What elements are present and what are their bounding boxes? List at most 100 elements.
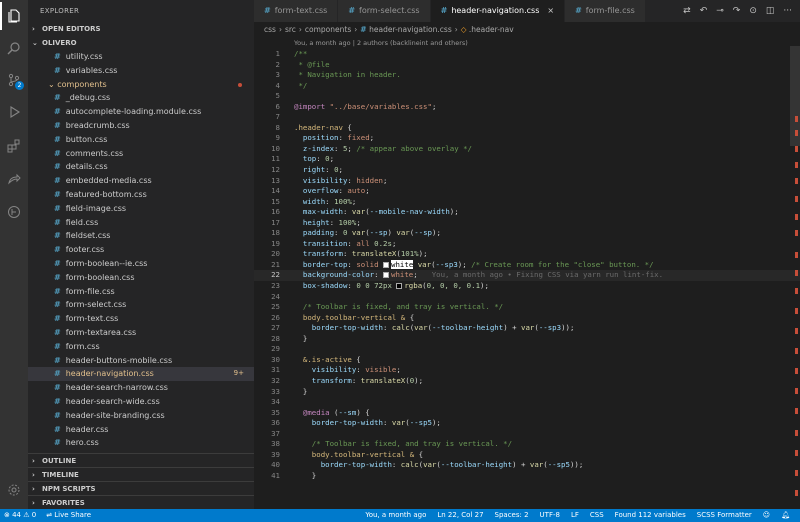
tree-file[interactable]: # form-boolean--ie.css [28, 257, 254, 271]
code-line: 18 padding: 0 var(--sp) var(--sp); [254, 228, 800, 239]
code-token: fixed [347, 133, 370, 143]
breadcrumb-item[interactable]: header-navigation.css [369, 25, 452, 34]
section-timeline[interactable]: › TIMELINE [28, 467, 254, 481]
tree-file[interactable]: # field.css [28, 216, 254, 230]
code-token: ); [480, 281, 489, 291]
search-icon[interactable] [0, 34, 28, 62]
code-token: ; [329, 154, 335, 164]
css-file-icon: # [54, 231, 61, 241]
split-editor-icon[interactable]: ◫ [766, 6, 775, 16]
git-blame-status[interactable]: You, a month ago [365, 509, 426, 522]
formatter-status[interactable]: SCSS Formatter [697, 509, 752, 522]
color-swatch[interactable] [383, 261, 390, 268]
color-swatch[interactable] [383, 272, 389, 279]
run-debug-icon[interactable] [0, 98, 28, 126]
symbol-icon: ◇ [460, 25, 469, 34]
tab-form-text[interactable]: # form-text.css [254, 0, 339, 22]
tree-file[interactable]: # button.css [28, 133, 254, 147]
source-control-icon[interactable]: 2 [0, 66, 28, 94]
code-token: border-top [294, 259, 348, 269]
project-section[interactable]: ⌄ OLIVERO [28, 36, 254, 50]
tree-file[interactable]: # comments.css [28, 147, 254, 161]
cursor-position[interactable]: Ln 22, Col 27 [437, 509, 483, 522]
tree-file[interactable]: # fieldset.css [28, 229, 254, 243]
close-icon[interactable]: × [547, 6, 554, 15]
tab-header-navigation[interactable]: # header-navigation.css × [430, 0, 566, 22]
codelens-blame[interactable]: You, a month ago | 2 authors (backlinein… [254, 38, 800, 49]
more-actions-icon[interactable]: ··· [783, 6, 792, 16]
tree-file[interactable]: # header-buttons-mobile.css [28, 354, 254, 368]
tree-file[interactable]: # featured-bottom.css [28, 188, 254, 202]
tree-folder[interactable]: ⌄ components [28, 78, 254, 92]
tree-file[interactable]: # variables.css [28, 64, 254, 78]
code-token: ) { [356, 407, 370, 417]
tree-file[interactable]: # details.css [28, 160, 254, 174]
overview-ruler[interactable] [786, 38, 800, 509]
code-token: border-top-width [294, 418, 383, 428]
css-file-icon: # [440, 6, 448, 15]
section-outline[interactable]: › OUTLINE [28, 453, 254, 467]
problems-indicator[interactable]: ⊗ 44 ⚠ 0 [4, 509, 36, 522]
code-token: var [396, 228, 410, 238]
encoding[interactable]: UTF-8 [540, 509, 560, 522]
open-changes-icon[interactable]: ⊙ [749, 6, 757, 16]
explorer-icon[interactable] [0, 2, 28, 30]
tab-form-file[interactable]: # form-file.css [565, 0, 646, 22]
tab-list: # form-text.css # form-select.css # header-na… [254, 0, 646, 22]
tree-file[interactable]: # form-file.css [28, 285, 254, 299]
code-token: --sp5 [547, 460, 570, 470]
tree-file[interactable]: # form-textarea.css [28, 326, 254, 340]
variables-count[interactable]: Found 112 variables [615, 509, 686, 522]
line-number: 20 [271, 249, 280, 259]
git-graph-icon[interactable] [0, 198, 28, 226]
tree-file[interactable]: # hero.css [28, 436, 254, 450]
code-token: solid [356, 259, 384, 269]
breadcrumb-item[interactable]: css [264, 25, 276, 34]
section-favorites[interactable]: › FAVORITES [28, 495, 254, 509]
extensions-icon[interactable] [0, 132, 28, 160]
tree-file[interactable]: # _debug.css [28, 91, 254, 105]
code-token: 0.2s [374, 238, 392, 248]
code-editor[interactable]: You, a month ago | 2 authors (backlinein… [254, 38, 800, 509]
end-of-line[interactable]: LF [571, 509, 579, 522]
open-editors-label: OPEN EDITORS [42, 25, 101, 33]
section-npm-scripts[interactable]: › NPM SCRIPTS [28, 481, 254, 495]
tree-file[interactable]: # header-site-branding.css [28, 409, 254, 423]
commit-icon[interactable]: ⊸ [716, 6, 724, 16]
breadcrumb-item[interactable]: .header-nav [469, 25, 514, 34]
tree-file[interactable]: # header-search-wide.css [28, 395, 254, 409]
breadcrumb-item[interactable]: src [285, 25, 296, 34]
tree-file[interactable]: # header-search-narrow.css [28, 381, 254, 395]
live-share-status[interactable]: ⇌ Live Share [46, 509, 91, 522]
compare-icon[interactable]: ⇄ [683, 6, 691, 16]
tree-file[interactable]: # form-text.css [28, 312, 254, 326]
tree-file-label: form-boolean--ie.css [65, 258, 148, 268]
color-swatch[interactable] [396, 283, 403, 290]
code-token: : [383, 323, 392, 333]
tree-file[interactable]: # header.css [28, 423, 254, 437]
tree-file[interactable]: # utility.css [28, 50, 254, 64]
notifications-icon[interactable]: 🔔︎ [781, 509, 790, 522]
tree-file[interactable]: # autocomplete-loading.module.css [28, 105, 254, 119]
tab-form-select[interactable]: # form-select.css [338, 0, 431, 22]
tree-file[interactable]: # form-select.css [28, 298, 254, 312]
go-back-icon[interactable]: ↶ [700, 6, 708, 16]
go-forward-icon[interactable]: ↷ [733, 6, 741, 16]
tree-file[interactable]: # field-image.css [28, 202, 254, 216]
open-editors-section[interactable]: › OPEN EDITORS [28, 22, 254, 36]
language-mode[interactable]: CSS [590, 509, 604, 522]
indentation[interactable]: Spaces: 2 [495, 509, 529, 522]
live-share-icon[interactable] [0, 166, 28, 194]
code-token: ; [391, 238, 397, 248]
tree-file[interactable]: # footer.css [28, 243, 254, 257]
breadcrumb-item[interactable]: components [305, 25, 351, 34]
feedback-icon[interactable]: ☺ [763, 509, 770, 522]
settings-gear-icon[interactable] [0, 476, 28, 504]
code-token: ; [347, 143, 357, 153]
tree-file[interactable]: # embedded-media.css [28, 174, 254, 188]
tree-file[interactable]: # form-boolean.css [28, 271, 254, 285]
tree-file[interactable]: # header-navigation.css 9+ [28, 367, 254, 382]
tree-file[interactable]: # breadcrumb.css [28, 119, 254, 133]
tree-file[interactable]: # form.css [28, 340, 254, 354]
line-number: 25 [271, 302, 280, 312]
